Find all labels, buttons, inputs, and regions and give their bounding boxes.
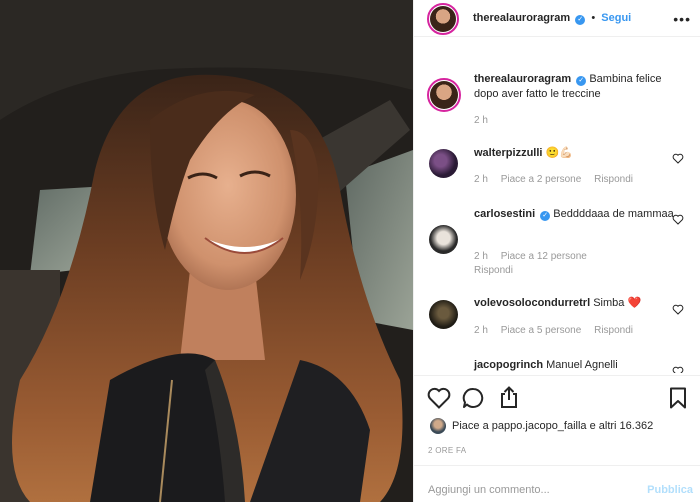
comment-item: jacopogrinch Manuel Agnelli: [414, 358, 700, 373]
comment-time[interactable]: 2 h: [474, 325, 488, 336]
commenter-avatar[interactable]: [429, 300, 458, 329]
comment-text-block: walterpizzulli 🙂💪🏻: [474, 146, 674, 161]
caption-time[interactable]: 2 h: [474, 115, 488, 126]
like-heart-icon[interactable]: [427, 387, 451, 409]
comment-bubble-icon[interactable]: [462, 387, 485, 409]
comment-time[interactable]: 2 h: [474, 174, 488, 185]
comment-like-heart-icon[interactable]: [672, 366, 684, 373]
comment-text: Simba ❤️: [593, 297, 642, 309]
reply-button[interactable]: Rispondi: [594, 325, 633, 336]
bookmark-icon[interactable]: [669, 387, 687, 409]
comment-like-heart-icon[interactable]: [672, 304, 684, 315]
follow-button[interactable]: Segui: [601, 12, 631, 24]
verified-badge-icon: ✓: [576, 76, 587, 86]
comment-item: volevosolocondurretrl Simba ❤️ 2 h Piace…: [414, 296, 700, 346]
comment-item: walterpizzulli 🙂💪🏻 2 h Piace a 2 persone…: [414, 146, 700, 196]
author-avatar[interactable]: [427, 3, 459, 35]
commenter-avatar[interactable]: [429, 225, 458, 254]
comment-likes[interactable]: Piace a 2 persone: [501, 174, 582, 185]
comment-meta: 2 h Piace a 12 persone Rispondi: [474, 250, 674, 278]
comment-username[interactable]: volevosolocondurretrl: [474, 297, 590, 309]
comment-text: Beddddaaa de mammaa: [553, 208, 674, 220]
comment-like-heart-icon[interactable]: [672, 214, 684, 225]
more-options-icon[interactable]: •••: [673, 11, 691, 27]
verified-badge-icon: ✓: [540, 211, 551, 221]
comment-text-block: volevosolocondurretrl Simba ❤️: [474, 296, 674, 311]
comment-likes[interactable]: Piace a 12 persone: [501, 251, 587, 262]
header-identity: therealauroragram ✓ • Segui: [473, 12, 631, 25]
comment-meta: 2 h Piace a 5 persone Rispondi: [474, 325, 643, 336]
caption-text-block: therealauroragram ✓ Bambina felice dopo …: [474, 72, 674, 102]
photo-illustration: [0, 0, 413, 502]
comment-input[interactable]: Aggiungi un commento...: [428, 484, 550, 496]
comment-text: Manuel Agnelli: [546, 359, 618, 371]
caption-username[interactable]: therealauroragram: [474, 73, 571, 85]
comment-meta: 2 h Piace a 2 persone Rispondi: [474, 174, 643, 185]
caption-meta: 2 h: [474, 115, 498, 126]
publish-button[interactable]: Pubblica: [647, 484, 693, 496]
comment-like-heart-icon[interactable]: [672, 153, 684, 164]
liker-avatar[interactable]: [430, 418, 446, 434]
post-caption: therealauroragram ✓ Bambina felice dopo …: [414, 72, 700, 132]
comment-time[interactable]: 2 h: [474, 251, 488, 262]
comment-text: 🙂💪🏻: [545, 147, 573, 159]
comment-likes[interactable]: Piace a 5 persone: [501, 325, 582, 336]
comment-item: carlosestini ✓ Beddddaaa de mammaa 2 h P…: [414, 207, 700, 277]
comment-text-block: jacopogrinch Manuel Agnelli: [474, 358, 674, 373]
caption-avatar[interactable]: [427, 78, 461, 112]
comment-username[interactable]: carlosestini: [474, 208, 535, 220]
post-side-panel: therealauroragram ✓ • Segui ••• thereala…: [413, 0, 700, 502]
separator-dot: •: [591, 12, 596, 24]
comments-list[interactable]: therealauroragram ✓ Bambina felice dopo …: [414, 55, 700, 373]
instagram-post-view: therealauroragram ✓ • Segui ••• thereala…: [0, 0, 700, 502]
comment-composer: Aggiungi un commento... Pubblica: [414, 465, 700, 502]
reply-button[interactable]: Rispondi: [594, 174, 633, 185]
post-date[interactable]: 2 ORE FA: [428, 446, 466, 455]
share-icon[interactable]: [498, 386, 520, 409]
post-header: therealauroragram ✓ • Segui •••: [414, 0, 700, 37]
post-photo[interactable]: [0, 0, 413, 502]
comment-username[interactable]: walterpizzulli: [474, 147, 542, 159]
author-username[interactable]: therealauroragram: [473, 12, 570, 24]
reply-button[interactable]: Rispondi: [474, 265, 513, 276]
likes-summary[interactable]: Piace a pappo.jacopo_failla e altri 16.3…: [452, 420, 653, 432]
comment-text-block: carlosestini ✓ Beddddaaa de mammaa: [474, 207, 674, 222]
commenter-avatar[interactable]: [429, 149, 458, 178]
comment-username[interactable]: jacopogrinch: [474, 359, 543, 371]
verified-badge-icon: ✓: [575, 15, 586, 25]
